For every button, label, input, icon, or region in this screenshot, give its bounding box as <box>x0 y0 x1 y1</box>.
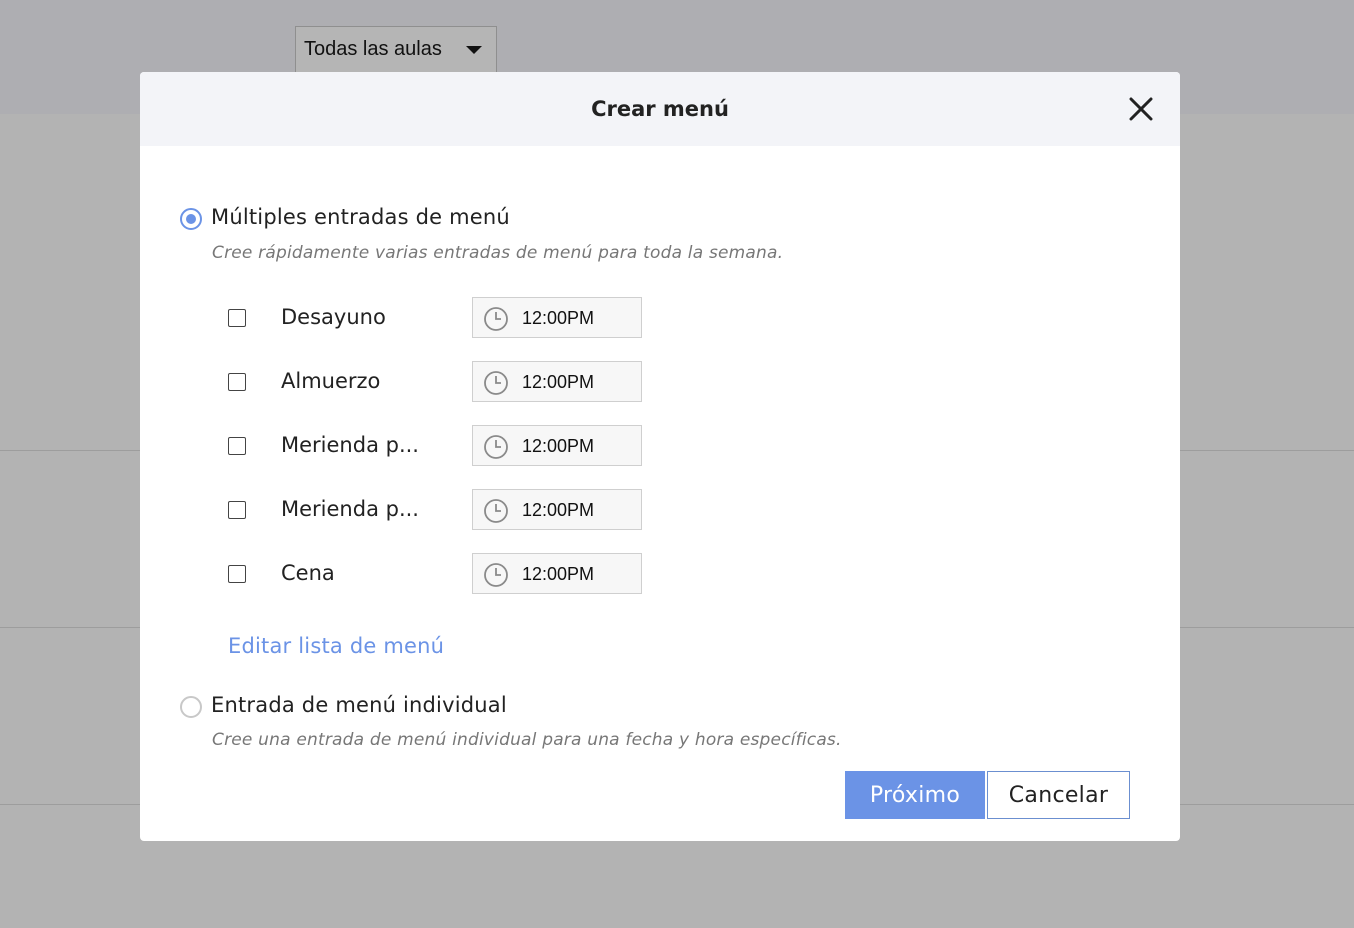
edit-menu-list-link[interactable]: Editar lista de menú <box>228 634 444 658</box>
meal-checkbox[interactable] <box>228 373 246 391</box>
close-icon[interactable] <box>1128 96 1154 122</box>
multiple-entries-description: Cree rápidamente varias entradas de menú… <box>212 243 784 263</box>
caret-down-icon <box>466 46 482 54</box>
multiple-entries-label[interactable]: Múltiples entradas de menú <box>211 205 510 229</box>
classroom-select[interactable]: Todas las aulas <box>295 26 497 72</box>
clock-icon <box>484 371 508 395</box>
dialog-title: Crear menú <box>591 97 729 121</box>
clock-icon <box>484 563 508 587</box>
meal-checkbox[interactable] <box>228 437 246 455</box>
meal-row: Merienda p... 12:00PM <box>228 425 648 467</box>
single-entry-label[interactable]: Entrada de menú individual <box>211 693 507 717</box>
meal-name: Almuerzo <box>281 369 381 393</box>
meal-checkbox[interactable] <box>228 501 246 519</box>
time-value: 12:00PM <box>522 564 595 584</box>
single-entry-radio[interactable] <box>180 696 202 718</box>
single-entry-description: Cree una entrada de menú individual para… <box>212 730 842 750</box>
time-picker[interactable]: 12:00PM <box>472 361 642 402</box>
meal-name: Cena <box>281 561 335 585</box>
classroom-select-label: Todas las aulas <box>304 38 442 60</box>
time-value: 12:00PM <box>522 500 595 520</box>
time-value: 12:00PM <box>522 308 595 328</box>
create-menu-dialog: Crear menú Múltiples entradas de menú Cr… <box>140 72 1180 841</box>
meal-name: Merienda p... <box>281 497 419 521</box>
meal-row: Almuerzo 12:00PM <box>228 361 648 403</box>
meal-checkbox[interactable] <box>228 565 246 583</box>
time-picker[interactable]: 12:00PM <box>472 425 642 466</box>
meal-name: Desayuno <box>281 305 386 329</box>
dialog-header: Crear menú <box>140 72 1180 146</box>
meal-row: Merienda p... 12:00PM <box>228 489 648 531</box>
cancel-button[interactable]: Cancelar <box>987 771 1130 819</box>
clock-icon <box>484 499 508 523</box>
time-value: 12:00PM <box>522 372 595 392</box>
meal-row: Desayuno 12:00PM <box>228 297 648 339</box>
meal-name: Merienda p... <box>281 433 419 457</box>
multiple-entries-radio[interactable] <box>180 208 202 230</box>
meal-checkbox[interactable] <box>228 309 246 327</box>
clock-icon <box>484 435 508 459</box>
next-button[interactable]: Próximo <box>845 771 985 819</box>
meal-row: Cena 12:00PM <box>228 553 648 595</box>
time-picker[interactable]: 12:00PM <box>472 297 642 338</box>
time-value: 12:00PM <box>522 436 595 456</box>
time-picker[interactable]: 12:00PM <box>472 553 642 594</box>
time-picker[interactable]: 12:00PM <box>472 489 642 530</box>
clock-icon <box>484 307 508 331</box>
